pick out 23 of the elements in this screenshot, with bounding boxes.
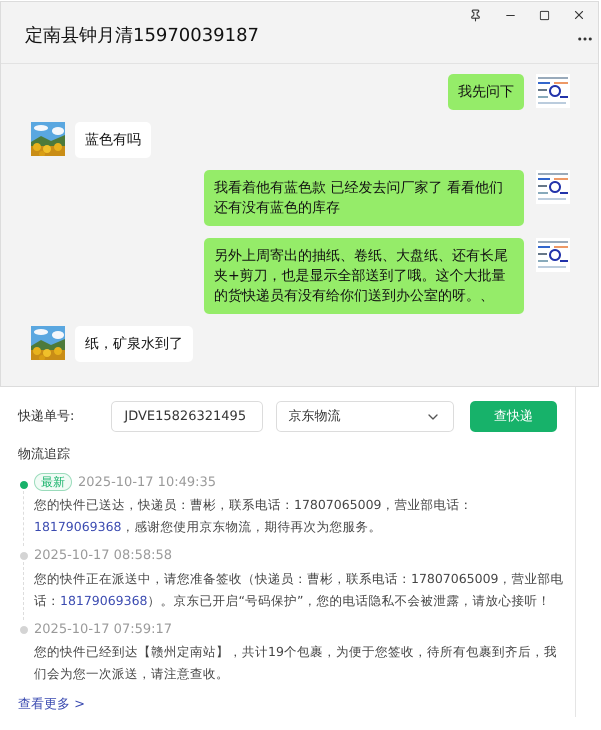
event-time: 2025-10-17 07:59:17 <box>34 620 172 638</box>
section-heading: 物流追踪 <box>18 446 71 464</box>
received-message: 蓝色有吗 <box>75 122 151 158</box>
tracking-number-label: 快递单号: <box>18 408 76 426</box>
sent-message: 我先问下 <box>448 74 524 110</box>
sent-message: 我看着他有蓝色款 已经发去问厂家了 看看他们还有没有蓝色的库存 <box>204 170 524 226</box>
latest-tag: 最新 <box>34 473 72 492</box>
window-title: 定南县钟月清15970039187 <box>25 24 259 48</box>
sent-message: 另外上周寄出的抽纸、卷纸、大盘纸、还有长尾夹+剪刀，也是显示全部送到了哦。这个大批量的货快递员有没有给你们送到办公室的呀。、 <box>204 238 524 314</box>
close-icon[interactable] <box>572 8 586 22</box>
maximize-icon[interactable] <box>539 10 550 20</box>
event-time: 2025-10-17 08:58:58 <box>34 547 172 565</box>
tracking-number-field[interactable]: JDVE15826321495 <box>111 401 263 432</box>
phone-link[interactable]: 18179069368 <box>60 592 148 608</box>
phone-link[interactable]: 18179069368 <box>34 519 122 534</box>
event-description: 您的快件已送达，快递员：曹彬，联系电话：17807065009，营业部电话： 18179069368，感谢您使用京东物流，期待再次为您服务。 <box>34 496 474 536</box>
event-description: 您的快件正在派送中，请您准备签收（快递员：曹彬，联系电话：17807065009，营业部电话：18179069368）。京东已开启“号码保护”，您的电话隐私不会被泄露，请放心接听！ <box>34 570 564 610</box>
carrier-dropdown[interactable]: 京东物流 <box>276 401 454 432</box>
event-time: 2025-10-17 10:49:35 <box>78 474 216 492</box>
pin-icon[interactable] <box>469 8 482 22</box>
received-message: 纸，矿泉水到了 <box>75 326 193 362</box>
view-more-link[interactable]: 查看更多 > <box>18 695 86 714</box>
event-description: 您的快件已经到达【赣州定南站】，共计19个包裹，为便于您签收，待所有包裹到齐后，我们会为您一次派送，请注意查收。 <box>34 643 558 683</box>
